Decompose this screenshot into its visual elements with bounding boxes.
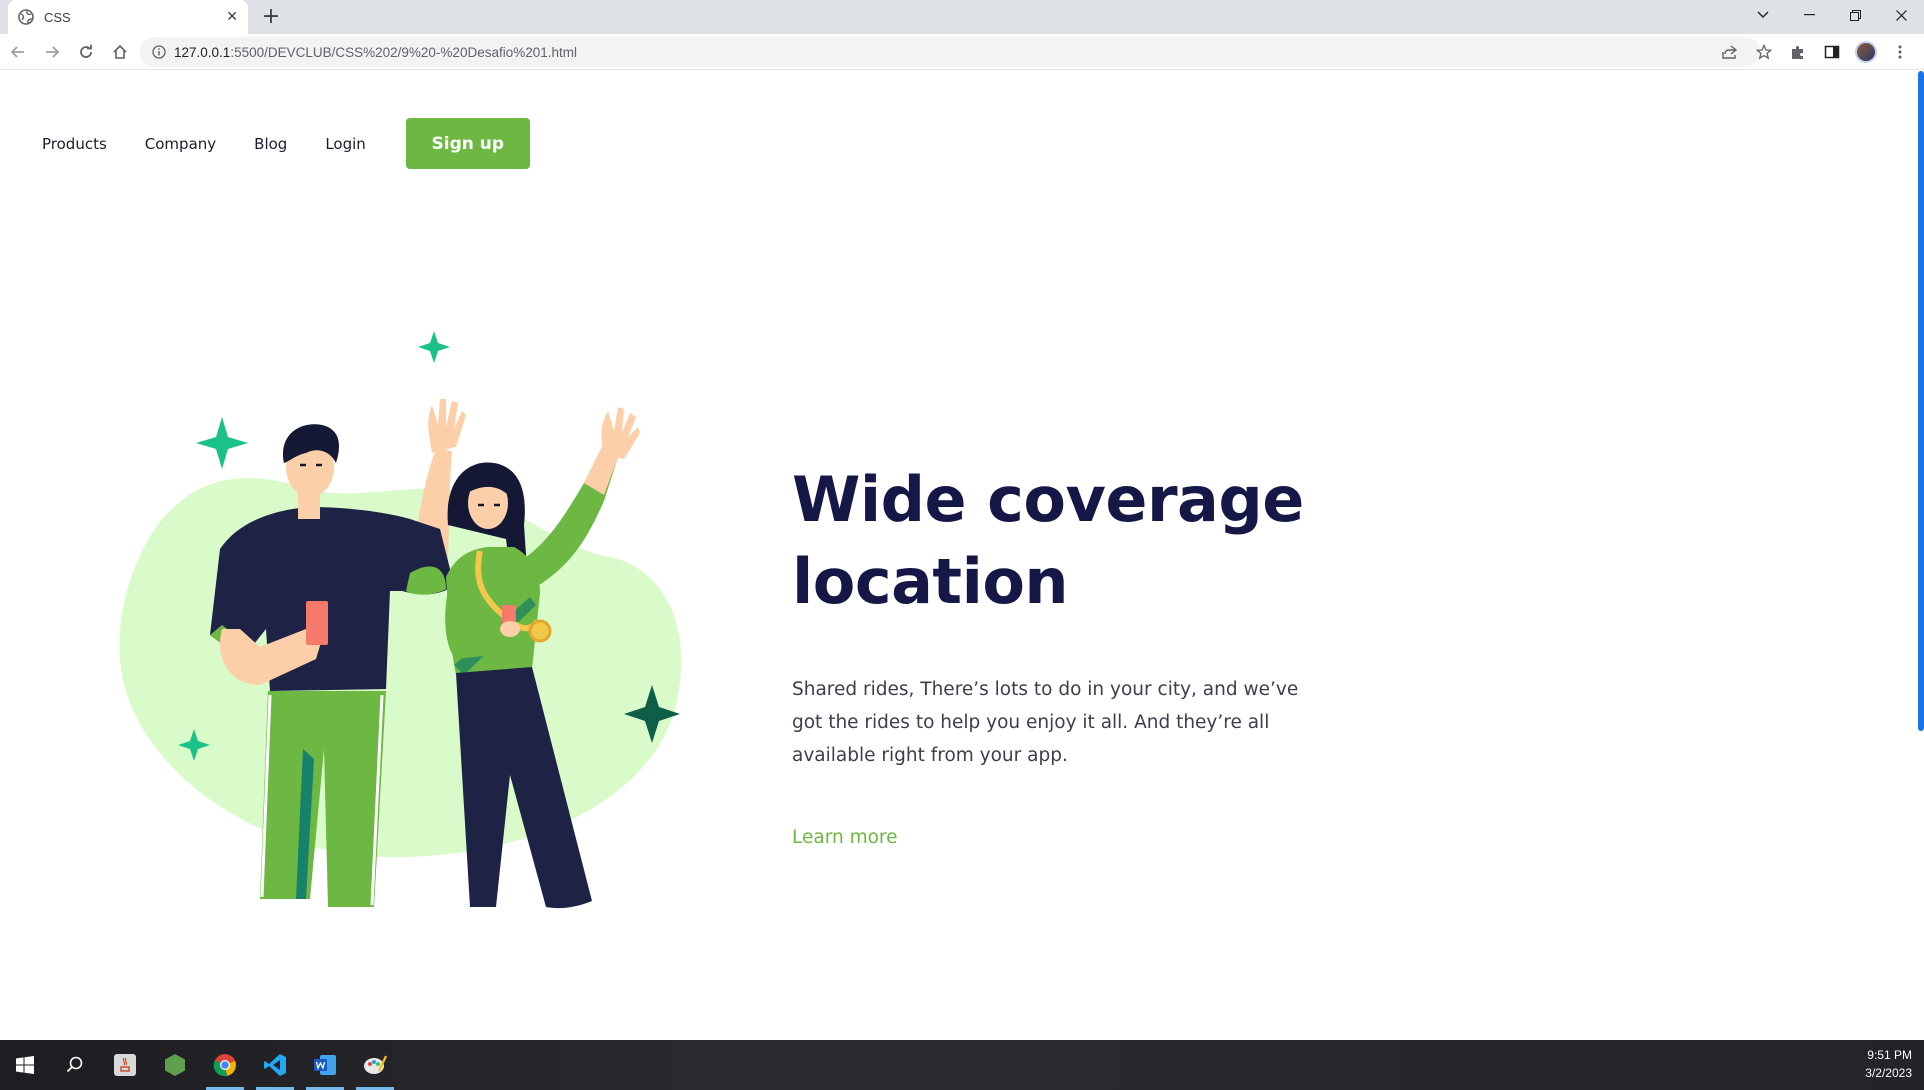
woman-raised-hand (601, 407, 640, 459)
hero-description: Shared rides, There’s lots to do in your… (792, 679, 1299, 766)
restore-button[interactable] (1832, 0, 1878, 30)
new-tab-button[interactable]: + (258, 4, 284, 30)
taskbar-app-java[interactable] (100, 1040, 150, 1090)
sign-up-button[interactable]: Sign up (405, 118, 530, 169)
home-icon (113, 44, 127, 59)
vscode-app-icon (264, 1054, 286, 1076)
minimize-button[interactable] (1786, 0, 1832, 30)
browser-tab-bar: CSS ✕ + (0, 0, 1924, 34)
sparkle-icon (418, 331, 450, 363)
hero-title: Wide coverage location (792, 459, 1312, 623)
node-app-icon (165, 1054, 185, 1076)
nav-blog[interactable]: Blog (254, 135, 287, 153)
woman-hand (500, 621, 520, 637)
puzzle-icon (1792, 45, 1803, 59)
bookmark-button[interactable] (1750, 38, 1778, 66)
man-raised-hand (428, 399, 466, 453)
nav-products[interactable]: Products (42, 135, 107, 153)
reload-icon (80, 44, 92, 58)
url-host: 127.0.0.1 (174, 44, 231, 60)
forward-button[interactable] (36, 36, 68, 68)
close-window-button[interactable] (1878, 0, 1924, 30)
man-phone (306, 601, 328, 645)
site-info-icon[interactable] (152, 45, 166, 59)
share-icon (1722, 45, 1738, 59)
home-button[interactable] (104, 36, 136, 68)
windows-logo-icon (16, 1056, 34, 1074)
globe-icon (18, 9, 34, 25)
start-button[interactable] (0, 1040, 50, 1090)
share-button[interactable] (1716, 38, 1744, 66)
star-icon (1756, 44, 1772, 60)
kebab-menu-icon (1898, 45, 1902, 59)
hero-title-line-1: Wide coverage (792, 463, 1304, 536)
taskbar-app-node[interactable] (150, 1040, 200, 1090)
forward-arrow-icon (46, 45, 60, 58)
address-bar[interactable]: 127.0.0.1:5500/DEVCLUB/CSS%202/9%20-%20D… (140, 37, 1760, 67)
profile-button[interactable] (1852, 38, 1880, 66)
url-text: 127.0.0.1:5500/DEVCLUB/CSS%202/9%20-%20D… (174, 45, 577, 60)
word-app-icon (314, 1055, 336, 1075)
extensions-button[interactable] (1784, 38, 1812, 66)
avatar (1855, 41, 1877, 63)
chrome-app-icon (213, 1054, 236, 1077)
url-path: :5500/DEVCLUB/CSS%202/9%20-%20Desafio%20… (230, 44, 578, 60)
browser-toolbar: 127.0.0.1:5500/DEVCLUB/CSS%202/9%20-%20D… (0, 34, 1924, 70)
nav-company[interactable]: Company (145, 135, 216, 153)
taskbar-search-button[interactable] (50, 1040, 100, 1090)
system-clock[interactable]: 9:51 PM 3/2/2023 (1865, 1046, 1912, 1082)
tab-search-icon[interactable] (1740, 0, 1786, 30)
paint-app-icon (364, 1055, 387, 1074)
windows-taskbar: 9:51 PM 3/2/2023 (0, 1040, 1924, 1090)
clock-time: 9:51 PM (1867, 1048, 1912, 1062)
tab-title: CSS (44, 9, 71, 25)
page-viewport: Products Company Blog Login Sign up Wide… (0, 71, 1924, 1040)
hero-title-line-2: location (792, 545, 1069, 618)
taskbar-app-vscode[interactable] (250, 1040, 300, 1090)
toolbar-actions (1716, 36, 1914, 68)
taskbar-app-paint[interactable] (350, 1040, 400, 1090)
taskbar-app-chrome[interactable] (200, 1040, 250, 1090)
clock-date: 3/2/2023 (1865, 1066, 1912, 1080)
java-app-icon (114, 1054, 136, 1076)
side-panel-button[interactable] (1818, 38, 1846, 66)
hero-content: Wide coverage location Shared rides, The… (792, 459, 1312, 848)
learn-more-link[interactable]: Learn more (792, 827, 898, 848)
window-controls (1740, 0, 1924, 30)
browser-tab[interactable]: CSS ✕ (8, 0, 248, 34)
menu-button[interactable] (1886, 38, 1914, 66)
tab-close-icon[interactable]: ✕ (226, 9, 238, 25)
back-button[interactable] (2, 36, 34, 68)
taskbar-app-word[interactable] (300, 1040, 350, 1090)
back-arrow-icon (10, 45, 24, 58)
nav-login[interactable]: Login (325, 135, 365, 153)
main-nav: Products Company Blog Login Sign up (42, 118, 530, 169)
woman-medal (528, 619, 552, 643)
sparkle-icon (196, 417, 248, 469)
search-icon (66, 1056, 83, 1073)
hero-illustration (119, 331, 682, 909)
page-scrollbar[interactable] (1918, 71, 1924, 731)
side-panel-icon (1824, 45, 1840, 59)
reload-button[interactable] (70, 36, 102, 68)
